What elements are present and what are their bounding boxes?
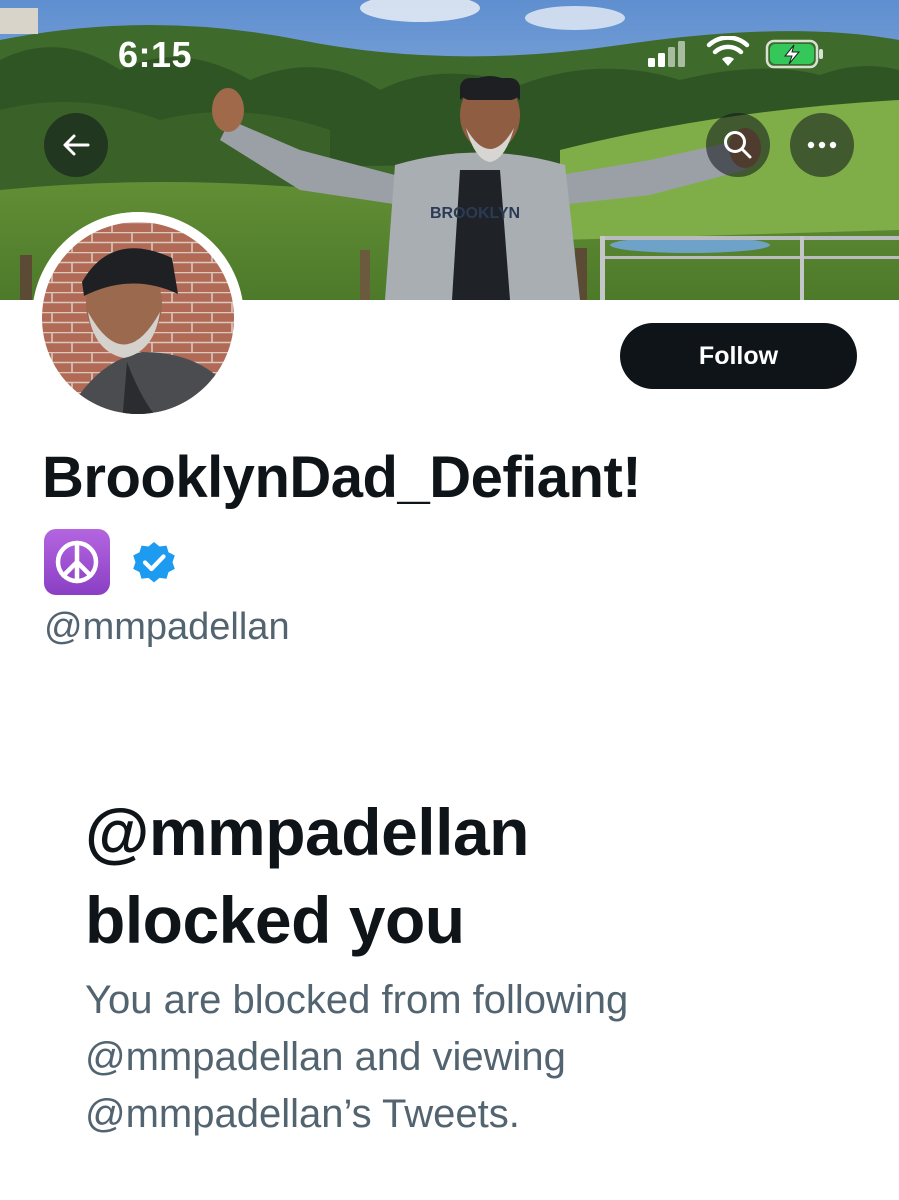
more-horizontal-icon xyxy=(807,141,837,149)
status-bar-time: 6:15 xyxy=(118,34,193,75)
profile-display-name: BrooklynDad_Defiant! xyxy=(42,445,642,510)
profile-handle: @mmpadellan xyxy=(44,606,290,648)
search-icon xyxy=(724,131,752,159)
back-button[interactable] xyxy=(44,113,108,177)
more-options-button[interactable] xyxy=(790,113,854,177)
blocked-description-line-1: You are blocked from following xyxy=(85,978,629,1022)
blocked-description-line-2: @mmpadellan and viewing xyxy=(85,1035,566,1079)
banner-shirt-text: BROOKLYN xyxy=(430,205,520,222)
blocked-description-line-3: @mmpadellan’s Tweets. xyxy=(85,1092,520,1136)
blocked-title: @mmpadellan blocked you xyxy=(85,788,529,964)
follow-button[interactable]: Follow xyxy=(620,323,857,389)
wifi-icon xyxy=(706,35,750,66)
avatar-photo xyxy=(32,212,244,424)
blocked-description: You are blocked from following @mmpadell… xyxy=(85,972,628,1143)
status-bar-icons xyxy=(646,35,826,72)
profile-avatar[interactable] xyxy=(32,212,244,424)
name-badges xyxy=(44,529,178,595)
arrow-left-icon xyxy=(63,134,90,156)
blocked-title-line-2: blocked you xyxy=(85,883,465,957)
search-button[interactable] xyxy=(706,113,770,177)
peace-symbol-icon xyxy=(44,529,110,595)
blocked-title-line-1: @mmpadellan xyxy=(85,795,529,869)
verified-badge-icon[interactable] xyxy=(130,538,178,586)
cellular-signal-icon xyxy=(648,41,685,67)
battery-charging-icon xyxy=(765,39,823,69)
